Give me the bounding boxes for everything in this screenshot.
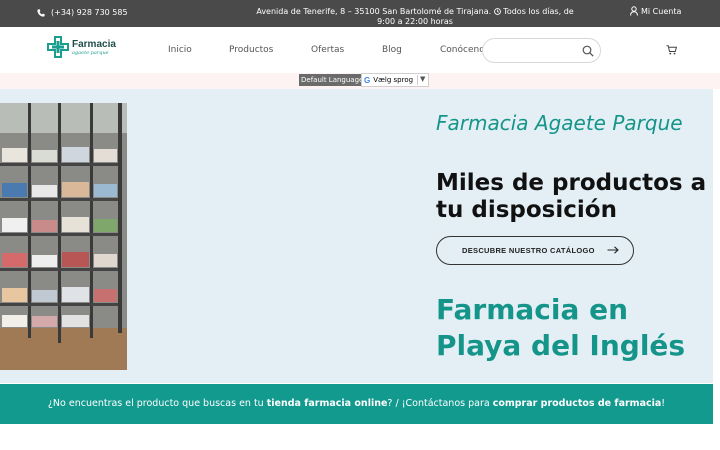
logo-brand: Farmacia [72,38,116,50]
clock-icon [493,8,501,15]
top-bar: (+34) 928 730 585 Avenida de Tenerife, 8… [0,0,720,27]
account-label: Mi Cuenta [641,6,682,16]
logo-text: Farmacia agaete parque [72,39,116,56]
phone-number: (+34) 928 730 585 [51,8,128,17]
pharmacy-shelves-image [0,103,127,370]
default-language-label: Default Language [299,74,366,86]
banner-text-2: ? / ¡Contáctanos para [387,398,493,409]
logo-subtitle: agaete parque [72,49,109,56]
store-address: Avenida de Tenerife, 8 – 35100 San Barto… [256,7,574,27]
contact-banner: ¿No encuentras el producto que buscas en… [0,384,713,424]
menu-item-blog[interactable]: Blog [382,45,402,55]
catalog-button-label: DESCUBRE NUESTRO CATÁLOGO [462,246,595,255]
hero-title: Miles de productos a tu disposición [436,170,707,223]
phone-icon [37,8,45,17]
language-select-value: Vælg sprog [373,76,414,84]
account-link[interactable]: Mi Cuenta [630,6,681,16]
select-divider [417,75,418,85]
banner-link-online-store[interactable]: tienda farmacia online [267,398,388,409]
banner-text-1: ¿No encuentras el producto que buscas en… [47,398,267,409]
catalog-button[interactable]: DESCUBRE NUESTRO CATÁLOGO [436,236,634,265]
banner-text-3: ! [661,398,666,409]
main-header: Farmacia agaete parque Inicio Productos … [0,27,720,73]
cart-icon[interactable] [666,45,677,55]
hero-headline: Farmacia en Playa del Inglés [436,293,686,362]
site-logo[interactable]: Farmacia agaete parque [47,36,116,58]
dropdown-arrow-icon: ▼ [420,75,426,83]
search-icon[interactable] [582,45,594,57]
menu-item-ofertas[interactable]: Ofertas [311,45,344,55]
search-box [482,38,601,63]
phone-contact[interactable]: (+34) 928 730 585 [37,8,128,17]
pharmacy-cross-icon [47,36,69,58]
arrow-right-icon [607,246,619,254]
menu-item-productos[interactable]: Productos [229,45,273,55]
search-input[interactable] [493,44,578,58]
menu-item-inicio[interactable]: Inicio [168,45,192,55]
banner-link-buy-products[interactable]: comprar productos de farmacia [493,398,662,409]
language-select[interactable]: G Vælg sprog ▼ [361,73,429,87]
address-text: Avenida de Tenerife, 8 – 35100 San Barto… [256,7,492,16]
google-icon: G [364,75,371,85]
hero-subtitle: Farmacia Agaete Parque [436,111,683,135]
user-icon [630,6,638,16]
